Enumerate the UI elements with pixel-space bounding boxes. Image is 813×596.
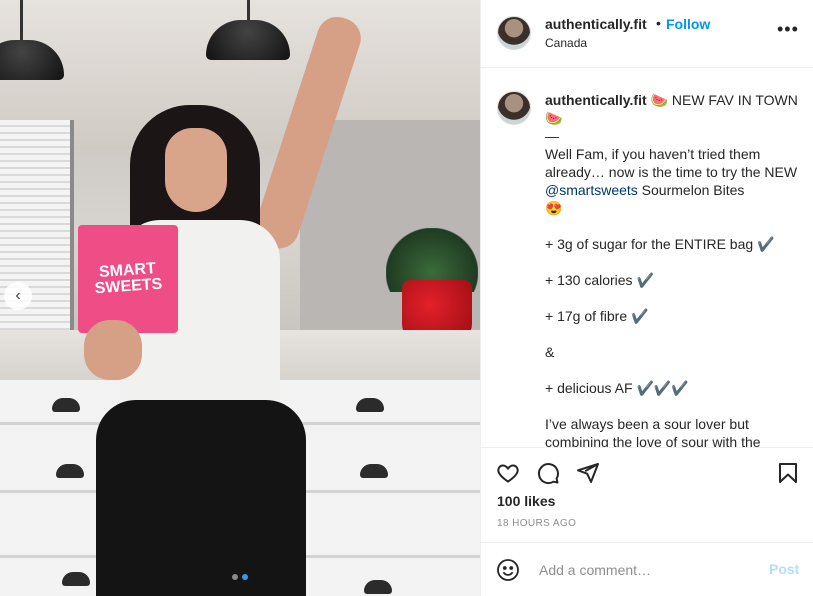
caption-point: + 130 calories ✔️ [545, 272, 654, 288]
caption-scroll-area[interactable]: authentically.fit 🍉 NEW FAV IN TOWN 🍉 — … [481, 69, 813, 447]
lamp-cord-left [20, 0, 23, 40]
smart-sweets-bag: SMART SWEETS [78, 225, 178, 333]
instagram-post: SMART SWEETS ‹ authentically.fit • Follo… [0, 0, 813, 596]
caption-emoji-line: 🍉 [545, 109, 801, 127]
caption-username[interactable]: authentically.fit [545, 92, 647, 108]
carousel-dot [232, 574, 238, 580]
drawer-handle [56, 464, 84, 478]
avatar[interactable] [497, 91, 531, 125]
heart-eyes-emoji-icon: 😍 [545, 200, 563, 216]
caption-point: + 17g of fibre ✔️ [545, 308, 649, 324]
caption-gap [545, 253, 801, 271]
caption-gap [545, 217, 801, 235]
caption-emoji-line: 😍 [545, 199, 801, 217]
carousel-prev-button[interactable]: ‹ [4, 282, 32, 310]
more-options-icon[interactable]: ••• [777, 20, 799, 38]
drawer-handle [52, 398, 80, 412]
carousel-dot-active [242, 574, 248, 580]
avatar[interactable] [497, 16, 531, 50]
caption-gap [545, 289, 801, 307]
header-separator: • [656, 15, 661, 31]
person-face [165, 128, 227, 212]
drawer-handle [356, 398, 384, 412]
caption-point: + 3g of sugar for the ENTIRE bag ✔️ [545, 236, 775, 252]
drawer-handle [360, 464, 388, 478]
post-timestamp[interactable]: 18 HOURS AGO [497, 518, 576, 529]
header-username[interactable]: authentically.fit [545, 16, 647, 32]
follow-button[interactable]: Follow [666, 16, 710, 32]
watermelon-emoji-icon: 🍉 [650, 92, 668, 108]
post-side-panel: authentically.fit • Follow Canada ••• au… [480, 0, 813, 596]
post-photo[interactable]: SMART SWEETS ‹ [0, 0, 480, 596]
carousel-dots [232, 574, 248, 580]
caption-ampersand: & [545, 344, 555, 360]
caption-intro: Well Fam, if you haven’t tried them alre… [545, 145, 801, 199]
drawer-handle [62, 572, 90, 586]
bookmark-icon[interactable] [775, 460, 801, 486]
post-caption: authentically.fit 🍉 NEW FAV IN TOWN 🍉 — … [545, 91, 801, 447]
smiley-icon[interactable] [495, 557, 521, 583]
post-comment-button[interactable]: Post [769, 561, 799, 577]
person-hand [84, 320, 142, 380]
caption-text: I’ve always been a sour lover but combin… [545, 416, 761, 447]
caption-point: + delicious AF ✔️✔️✔️ [545, 380, 689, 396]
watermelon-emoji-icon: 🍉 [545, 110, 563, 126]
drawer-handle [364, 580, 392, 594]
comment-icon[interactable] [535, 460, 561, 486]
caption-first-line: authentically.fit 🍉 NEW FAV IN TOWN [545, 91, 801, 109]
likes-count[interactable]: 100 likes [497, 493, 555, 509]
heart-icon[interactable] [495, 460, 521, 486]
comment-bar: Post [481, 542, 813, 596]
bag-brand-text: SMART SWEETS [94, 260, 163, 298]
post-header: authentically.fit • Follow Canada ••• [481, 0, 813, 68]
location-link[interactable]: Canada [545, 36, 587, 50]
caption-text: Well Fam, if you haven’t tried them alre… [545, 146, 798, 180]
caption-gap [545, 397, 801, 415]
share-icon[interactable] [575, 460, 601, 486]
mention-link[interactable]: @smartsweets [545, 182, 638, 198]
caption-gap [545, 361, 801, 379]
caption-gap [545, 325, 801, 343]
lamp-cord-center [247, 0, 250, 22]
chevron-left-icon: ‹ [15, 287, 21, 304]
caption-headline: NEW FAV IN TOWN [667, 92, 798, 108]
caption-dash: — [545, 128, 559, 144]
person-black-leggings [96, 400, 306, 596]
comment-input[interactable] [537, 558, 751, 582]
caption-text: Sourmelon Bites [637, 182, 745, 198]
